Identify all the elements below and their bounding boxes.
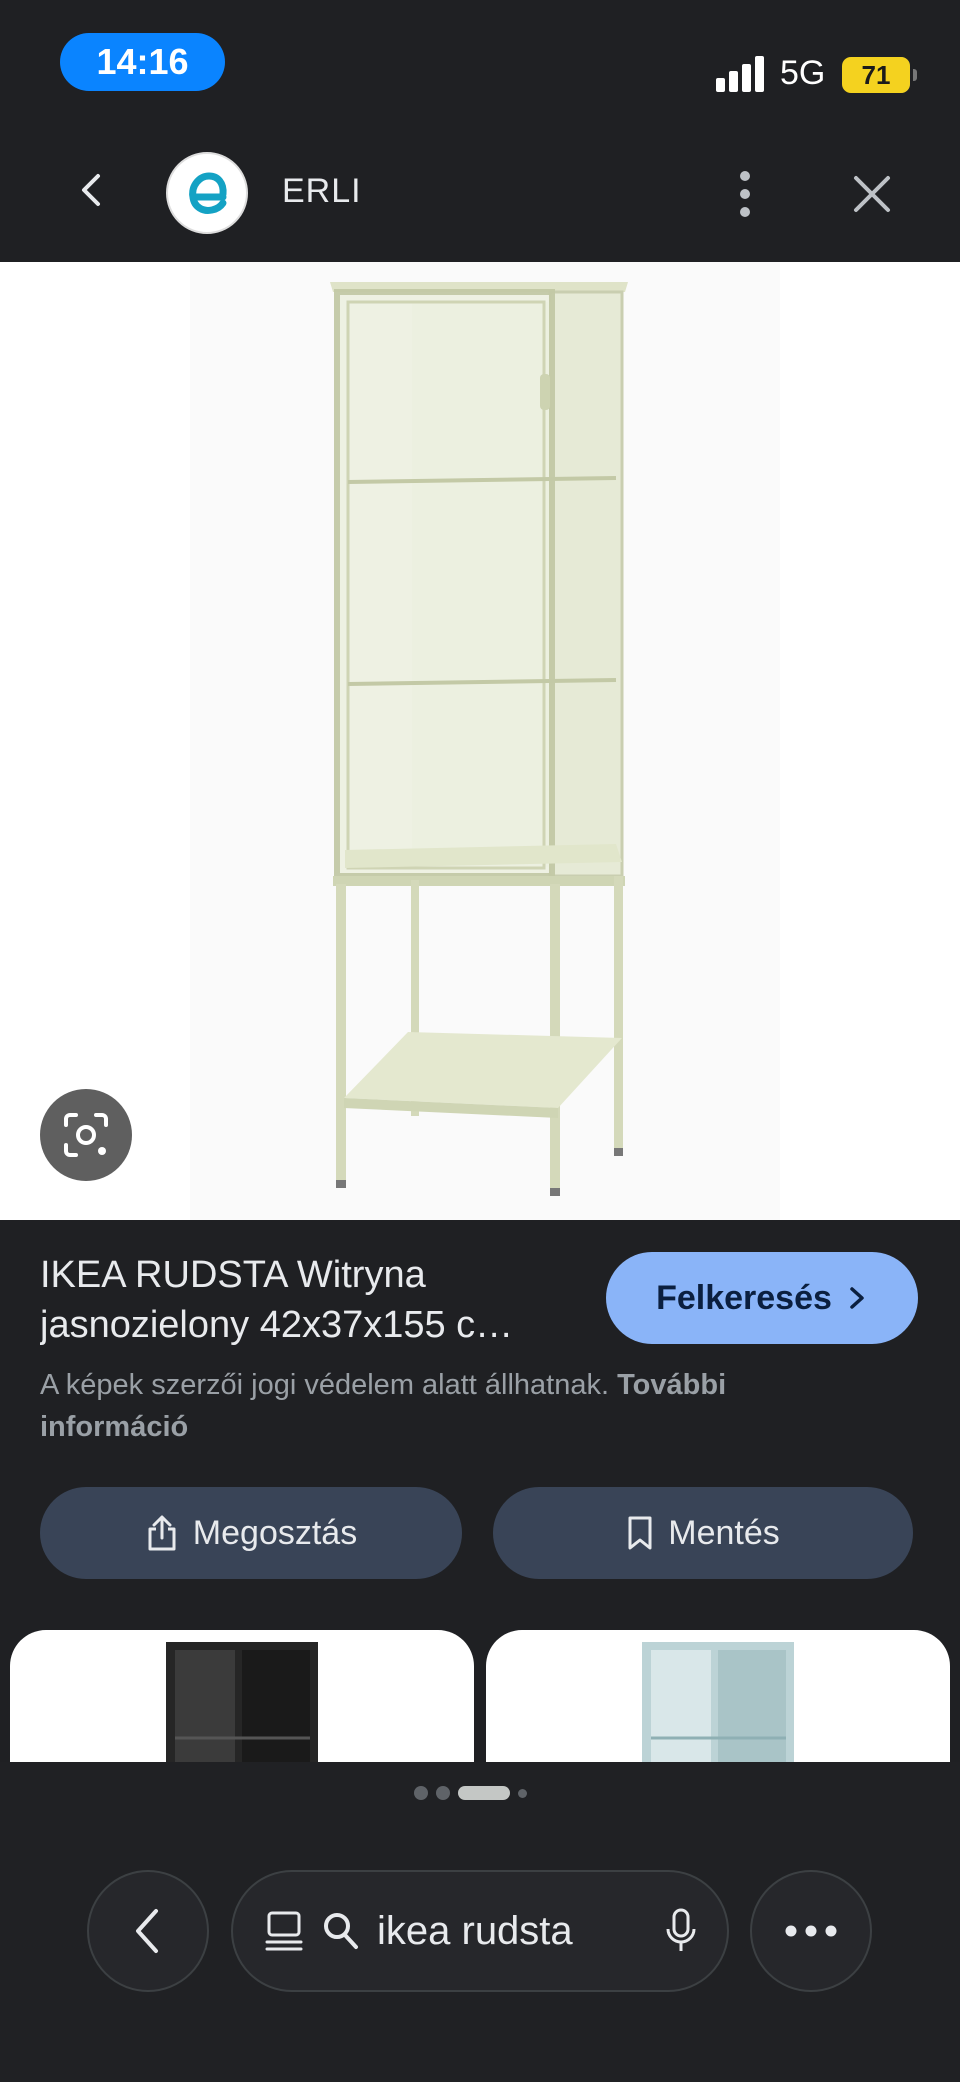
microphone-icon[interactable] [665, 1907, 697, 1955]
more-options-button[interactable] [718, 158, 772, 230]
result-title-line2: jasnozielony 42x37x155 c… [40, 1304, 514, 1346]
erli-logo-icon [189, 172, 227, 214]
horizontal-dots-icon [785, 1925, 837, 1937]
share-label: Megosztás [192, 1513, 358, 1552]
visit-button[interactable]: Felkeresés [606, 1252, 918, 1344]
search-query[interactable]: ikea rudsta [377, 1909, 647, 1954]
battery-indicator: 71 [842, 57, 917, 93]
page-dot [414, 1786, 428, 1800]
page-dot [436, 1786, 450, 1800]
cellular-signal-icon [716, 56, 764, 92]
share-icon [148, 1515, 176, 1551]
tabs-icon[interactable] [263, 1909, 305, 1953]
page-indicator [414, 1786, 527, 1800]
search-icon [324, 1913, 358, 1949]
browser-back-button[interactable] [87, 1870, 209, 1992]
back-button[interactable] [60, 158, 124, 222]
blue-cabinet-thumbnail [642, 1642, 794, 1762]
lens-camera-icon [64, 1113, 108, 1157]
network-type: 5G [780, 54, 826, 92]
related-result-card[interactable] [10, 1630, 474, 1762]
chevron-right-icon [850, 1287, 864, 1309]
page-dot-active [458, 1786, 510, 1800]
related-result-card[interactable] [486, 1630, 950, 1762]
result-title[interactable]: IKEA RUDSTA Witryna jasnozielony 42x37x1… [40, 1250, 580, 1350]
glass-cabinet-image [190, 262, 780, 1220]
copyright-notice: A képek szerzői jogi védelem alatt állha… [40, 1364, 860, 1448]
site-name: ERLI [282, 172, 362, 210]
more-actions-button[interactable] [750, 1870, 872, 1992]
result-title-line1: IKEA RUDSTA Witryna [40, 1254, 426, 1296]
chevron-left-icon [82, 174, 100, 206]
share-button[interactable]: Megosztás [40, 1487, 462, 1579]
save-label: Mentés [668, 1513, 780, 1552]
status-time: 14:16 [60, 33, 225, 91]
chevron-left-icon [136, 1909, 158, 1953]
close-icon [854, 176, 890, 212]
page-dot [518, 1788, 527, 1798]
vertical-dots-icon [740, 171, 750, 217]
close-button[interactable] [840, 162, 904, 226]
visual-search-button[interactable] [40, 1089, 132, 1181]
copyright-text: A képek szerzői jogi védelem alatt állha… [40, 1369, 610, 1401]
bookmark-icon [628, 1516, 652, 1550]
black-cabinet-thumbnail [166, 1642, 318, 1762]
product-image[interactable] [0, 262, 960, 1220]
save-button[interactable]: Mentés [493, 1487, 913, 1579]
site-logo[interactable] [166, 152, 248, 234]
search-bar[interactable]: ikea rudsta [231, 1870, 729, 1992]
visit-label: Felkeresés [656, 1278, 832, 1317]
